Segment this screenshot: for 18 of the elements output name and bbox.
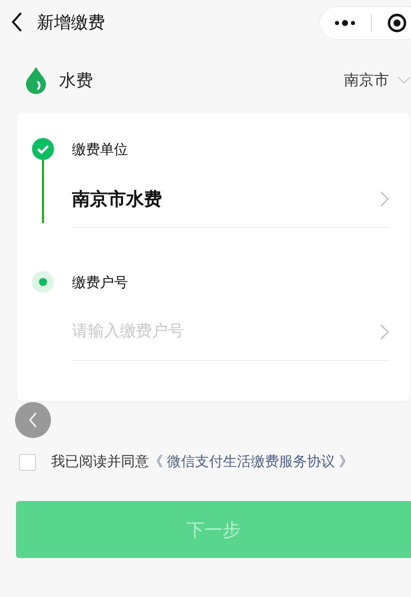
more-icon[interactable] bbox=[334, 20, 356, 26]
chevron-icon bbox=[379, 324, 389, 340]
step-label: 缴费单位 bbox=[72, 140, 129, 159]
back-float-button[interactable] bbox=[15, 402, 51, 438]
selected-company[interactable]: 南京市水费 bbox=[72, 187, 379, 211]
agreement-link[interactable]: 《 微信支付生活缴费服务协议 》 bbox=[149, 453, 353, 471]
back-icon[interactable] bbox=[11, 12, 23, 32]
target-icon[interactable] bbox=[386, 13, 407, 33]
back-icon bbox=[28, 412, 38, 428]
city-selector[interactable]: 南京市 bbox=[344, 70, 411, 90]
agreement-text: 我已阅读并同意 bbox=[51, 453, 149, 471]
agree-checkbox[interactable] bbox=[19, 454, 36, 470]
chevron-icon bbox=[379, 191, 389, 207]
step-label: 缴费户号 bbox=[72, 273, 129, 292]
caret-icon bbox=[397, 76, 411, 84]
page-title: 新增缴费 bbox=[37, 12, 106, 34]
bill-type: 水费 bbox=[59, 70, 94, 92]
water-drop-icon bbox=[25, 66, 47, 94]
